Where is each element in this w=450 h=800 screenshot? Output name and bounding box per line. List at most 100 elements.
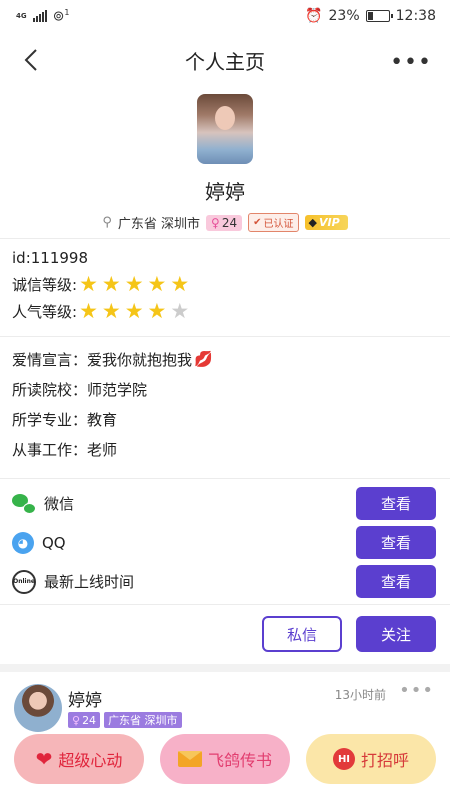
battery-percent: 23% xyxy=(328,8,360,24)
contact-label-group: 微信 xyxy=(12,493,74,514)
verified-label: 已认证 xyxy=(263,219,294,230)
star-filled-icon: ★ xyxy=(101,299,121,323)
contact-qq: ◕ QQ 查看 xyxy=(0,523,450,562)
diamond-icon: ◆ xyxy=(308,216,317,229)
contact-wechat: 微信 查看 xyxy=(0,484,450,523)
job: 从事工作：老师 xyxy=(12,440,118,459)
clock: 12:38 xyxy=(395,8,436,24)
integrity-stars: ★ ★ ★ ★ ★ xyxy=(79,274,189,295)
shield-check-icon: ✔ xyxy=(253,217,262,228)
integrity-row: 诚信等级: ★ ★ ★ ★ ★ xyxy=(12,271,189,298)
section-gap xyxy=(0,664,450,672)
post-location-badge: 广东省 深圳市 xyxy=(104,712,182,728)
post-age-badge: ♀ 24 xyxy=(68,712,101,728)
post-avatar[interactable] xyxy=(14,684,62,732)
star-filled-icon: ★ xyxy=(147,299,167,323)
contact-label-group: Online 最新上线时间 xyxy=(12,569,135,594)
divider xyxy=(0,336,450,337)
status-left: 4G ⊚1 xyxy=(16,8,69,25)
message-button[interactable]: 私信 xyxy=(262,616,342,652)
popularity-row: 人气等级: ★ ★ ★ ★ ★ xyxy=(12,298,189,325)
profile-tags: ⚲ 广东省 深圳市 ♀ 24 ✔ 已认证 ◆ VIP xyxy=(0,213,450,232)
post-age-value: 24 xyxy=(82,713,97,727)
more-icon[interactable]: ••• xyxy=(390,50,432,75)
stats-section: id:111998 诚信等级: ★ ★ ★ ★ ★ 人气等级: ★ ★ ★ ★ ★ xyxy=(12,244,189,325)
school: 所读院校：师范学院 xyxy=(12,380,148,399)
star-empty-icon: ★ xyxy=(170,299,190,323)
vip-badge: ◆ VIP xyxy=(304,215,348,230)
details-section: 爱情宣言：爱我你就抱抱我 💋 所读院校：师范学院 所学专业：教育 从事工作：老师 xyxy=(12,344,213,464)
alarm-icon: ⏰ xyxy=(305,8,323,24)
greet-label: 打招呼 xyxy=(360,751,409,770)
declaration-text: 爱情宣言：爱我你就抱抱我 xyxy=(12,350,193,369)
location-pin-icon: ⚲ xyxy=(102,215,112,230)
star-filled-icon: ★ xyxy=(79,299,98,323)
contact-label-group: ◕ QQ xyxy=(12,531,66,554)
view-last-online-button[interactable]: 查看 xyxy=(356,565,436,598)
post-item[interactable]: 婷婷 ♀ 24 广东省 深圳市 13小时前 ••• xyxy=(0,676,450,736)
female-icon: ♀ xyxy=(72,713,81,727)
profile-actions: 私信 关注 xyxy=(262,616,436,652)
greet-button[interactable]: HI 打招呼 xyxy=(306,734,436,784)
divider xyxy=(0,478,450,479)
back-arrow-icon[interactable] xyxy=(18,46,46,74)
divider xyxy=(0,238,450,239)
popularity-label: 人气等级: xyxy=(12,303,78,321)
avatar[interactable] xyxy=(197,94,253,164)
post-tags: ♀ 24 广东省 深圳市 xyxy=(68,712,182,728)
signal-icon xyxy=(32,10,47,22)
star-filled-icon: ★ xyxy=(101,272,121,296)
age-value: 24 xyxy=(221,215,238,230)
hotspot-icon: ⊚1 xyxy=(52,7,70,25)
pigeon-message-button[interactable]: 飞鸽传书 xyxy=(160,734,290,784)
star-filled-icon: ★ xyxy=(79,272,98,296)
integrity-label: 诚信等级: xyxy=(12,276,78,294)
network-type: 4G xyxy=(16,11,27,20)
love-declaration: 爱情宣言：爱我你就抱抱我 💋 xyxy=(12,344,213,374)
view-qq-button[interactable]: 查看 xyxy=(356,526,436,559)
online-icon: Online xyxy=(12,569,36,594)
popularity-stars: ★ ★ ★ ★ ★ xyxy=(79,301,189,322)
nav-bar: 个人主页 ••• xyxy=(0,32,450,88)
post-time: 13小时前 xyxy=(334,688,386,702)
contact-label: QQ xyxy=(42,533,66,552)
lips-icon: 💋 xyxy=(194,350,213,368)
star-filled-icon: ★ xyxy=(124,299,144,323)
vip-label: VIP xyxy=(318,216,340,229)
location-text: 广东省 深圳市 xyxy=(117,217,201,232)
heart-icon: ❤ xyxy=(35,747,53,771)
profile-name: 婷婷 xyxy=(205,180,245,204)
contacts-section: 微信 查看 ◕ QQ 查看 Online 最新上线时间 查看 xyxy=(0,484,450,601)
contact-label: 微信 xyxy=(44,495,75,513)
status-right: ⏰ 23% 12:38 xyxy=(305,8,436,24)
status-bar: 4G ⊚1 ⏰ 23% 12:38 xyxy=(0,0,450,32)
envelope-icon xyxy=(177,751,202,767)
pigeon-label: 飞鸽传书 xyxy=(207,751,272,770)
user-id: id:111998 xyxy=(12,248,89,267)
contact-last-online: Online 最新上线时间 查看 xyxy=(0,562,450,601)
page-title: 个人主页 xyxy=(185,49,265,74)
post-more-icon[interactable]: ••• xyxy=(399,680,434,701)
contact-label: 最新上线时间 xyxy=(44,573,135,591)
female-icon: ♀ xyxy=(211,215,220,230)
bottom-action-bar: ❤ 超级心动 飞鸽传书 HI 打招呼 xyxy=(0,734,450,788)
view-wechat-button[interactable]: 查看 xyxy=(356,487,436,520)
battery-icon xyxy=(365,10,393,22)
battery-fill xyxy=(367,12,373,20)
star-filled-icon: ★ xyxy=(124,272,144,296)
super-like-button[interactable]: ❤ 超级心动 xyxy=(14,734,144,784)
wechat-icon xyxy=(12,493,36,514)
profile-header: 婷婷 ⚲ 广东省 深圳市 ♀ 24 ✔ 已认证 ◆ VIP xyxy=(0,90,450,232)
star-filled-icon: ★ xyxy=(170,272,190,296)
verified-badge: ✔ 已认证 xyxy=(248,213,299,232)
super-like-label: 超级心动 xyxy=(58,751,123,770)
hotspot-count: 1 xyxy=(64,7,70,17)
major: 所学专业：教育 xyxy=(12,410,118,429)
network-label: 4G xyxy=(16,11,27,20)
divider xyxy=(0,604,450,605)
qq-icon: ◕ xyxy=(12,531,34,554)
star-filled-icon: ★ xyxy=(147,272,167,296)
post-author-name: 婷婷 xyxy=(68,691,102,711)
follow-button[interactable]: 关注 xyxy=(356,616,436,652)
hi-icon: HI xyxy=(332,748,355,770)
